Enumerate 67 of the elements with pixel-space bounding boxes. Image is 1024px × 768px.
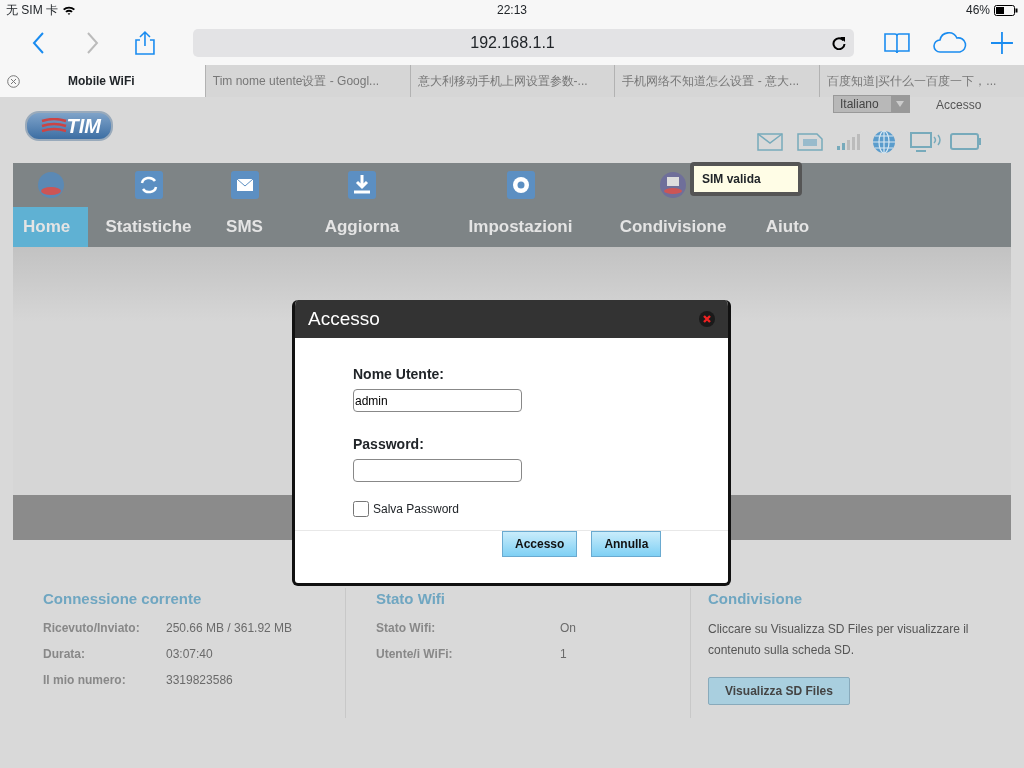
- section-title: Stato Wifi: [376, 589, 447, 609]
- wave-icon: [40, 118, 67, 134]
- login-link[interactable]: Accesso: [936, 96, 982, 114]
- field-value: 1: [560, 645, 567, 663]
- nav-tab[interactable]: Aiuto: [749, 207, 826, 247]
- status-time: 22:13: [496, 2, 528, 19]
- wifi-icon: [62, 4, 76, 16]
- cloud-icon[interactable]: [932, 29, 969, 56]
- signal-icon: [836, 133, 862, 151]
- battery-percent: 46%: [965, 2, 990, 19]
- monitor-icon: [910, 132, 942, 152]
- input-field[interactable]: admin: [353, 389, 522, 412]
- tab-title: Tim nome utente设置 - Googl...: [212, 73, 380, 90]
- sim-icon: [797, 133, 823, 151]
- device-icon[interactable]: [658, 170, 688, 200]
- field-label: Utente/i WiFi:: [376, 645, 454, 663]
- tab-title: 意大利移动手机上网设置参数-...: [417, 73, 588, 90]
- tab-title: Mobile WiFi: [68, 73, 135, 90]
- checkbox[interactable]: [353, 501, 369, 517]
- nav-tab[interactable]: Statistiche: [88, 207, 209, 247]
- cancel-button[interactable]: Annulla: [591, 531, 662, 557]
- sd-files-button[interactable]: Visualizza SD Files: [708, 676, 850, 705]
- battery-icon: [994, 4, 1018, 16]
- nav-tab[interactable]: Condivisione: [597, 207, 749, 247]
- field-value: 03:07:40: [166, 645, 213, 663]
- battery-icon: [950, 133, 982, 151]
- sync-icon[interactable]: [133, 170, 164, 200]
- nav-tab[interactable]: Aggiorna: [280, 207, 444, 247]
- field-value: 3319823586: [166, 671, 233, 689]
- field-label: Ricevuto/Inviato:: [43, 619, 141, 637]
- browser-tab[interactable]: 意大利移动手机上网设置参数-...: [409, 65, 615, 97]
- logo-text: TIM: [66, 114, 101, 139]
- new-tab-icon[interactable]: [990, 29, 1014, 56]
- download-icon[interactable]: [347, 170, 377, 200]
- language-select[interactable]: Italiano: [833, 95, 910, 113]
- close-icon[interactable]: [699, 311, 715, 327]
- caret-icon: [891, 96, 909, 112]
- url-field[interactable]: 192.168.1.1: [192, 28, 855, 57]
- mail-icon[interactable]: [229, 170, 260, 200]
- nav-tab[interactable]: Impostazioni: [444, 207, 597, 247]
- section-title: Connessione corrente: [43, 589, 203, 609]
- nav-tab[interactable]: Home: [13, 207, 88, 247]
- checkbox-label: Salva Password: [373, 501, 460, 518]
- field-value: On: [560, 619, 576, 637]
- field-label: Durata:: [43, 645, 86, 663]
- carrier-label: 无 SIM 卡: [6, 2, 58, 19]
- mail-icon: [757, 133, 783, 151]
- field-label: Il mio numero:: [43, 671, 127, 689]
- field-label: Stato Wifi:: [376, 619, 437, 637]
- description-text: Cliccare su Visualizza SD Files per visualizzare il contenuto sulla scheda SD.: [708, 620, 970, 659]
- browser-tab[interactable]: 手机网络不知道怎么设置 - 意大...: [614, 65, 820, 97]
- close-icon[interactable]: [7, 74, 20, 88]
- input-field[interactable]: [353, 459, 522, 482]
- browser-tab[interactable]: Tim nome utente设置 - Googl...: [204, 65, 410, 97]
- dialog-title: Accesso: [308, 306, 380, 331]
- nav-tab[interactable]: SMS: [209, 207, 280, 247]
- login-button[interactable]: Accesso: [502, 531, 578, 557]
- tooltip: SIM valida: [690, 162, 802, 196]
- field-label: Password:: [353, 435, 425, 454]
- tab-title: 百度知道|买什么一百度一下，...: [827, 73, 997, 90]
- reload-icon[interactable]: [832, 35, 847, 50]
- field-label: Nome Utente:: [353, 365, 445, 384]
- tab-title: 手机网络不知道怎么设置 - 意大...: [622, 73, 800, 90]
- field-value: 250.66 MB / 361.92 MB: [166, 619, 293, 637]
- browser-tab[interactable]: 百度知道|买什么一百度一下，...: [819, 65, 1024, 97]
- section-title: Condivisione: [708, 589, 804, 609]
- url-text: 192.168.1.1: [470, 32, 555, 53]
